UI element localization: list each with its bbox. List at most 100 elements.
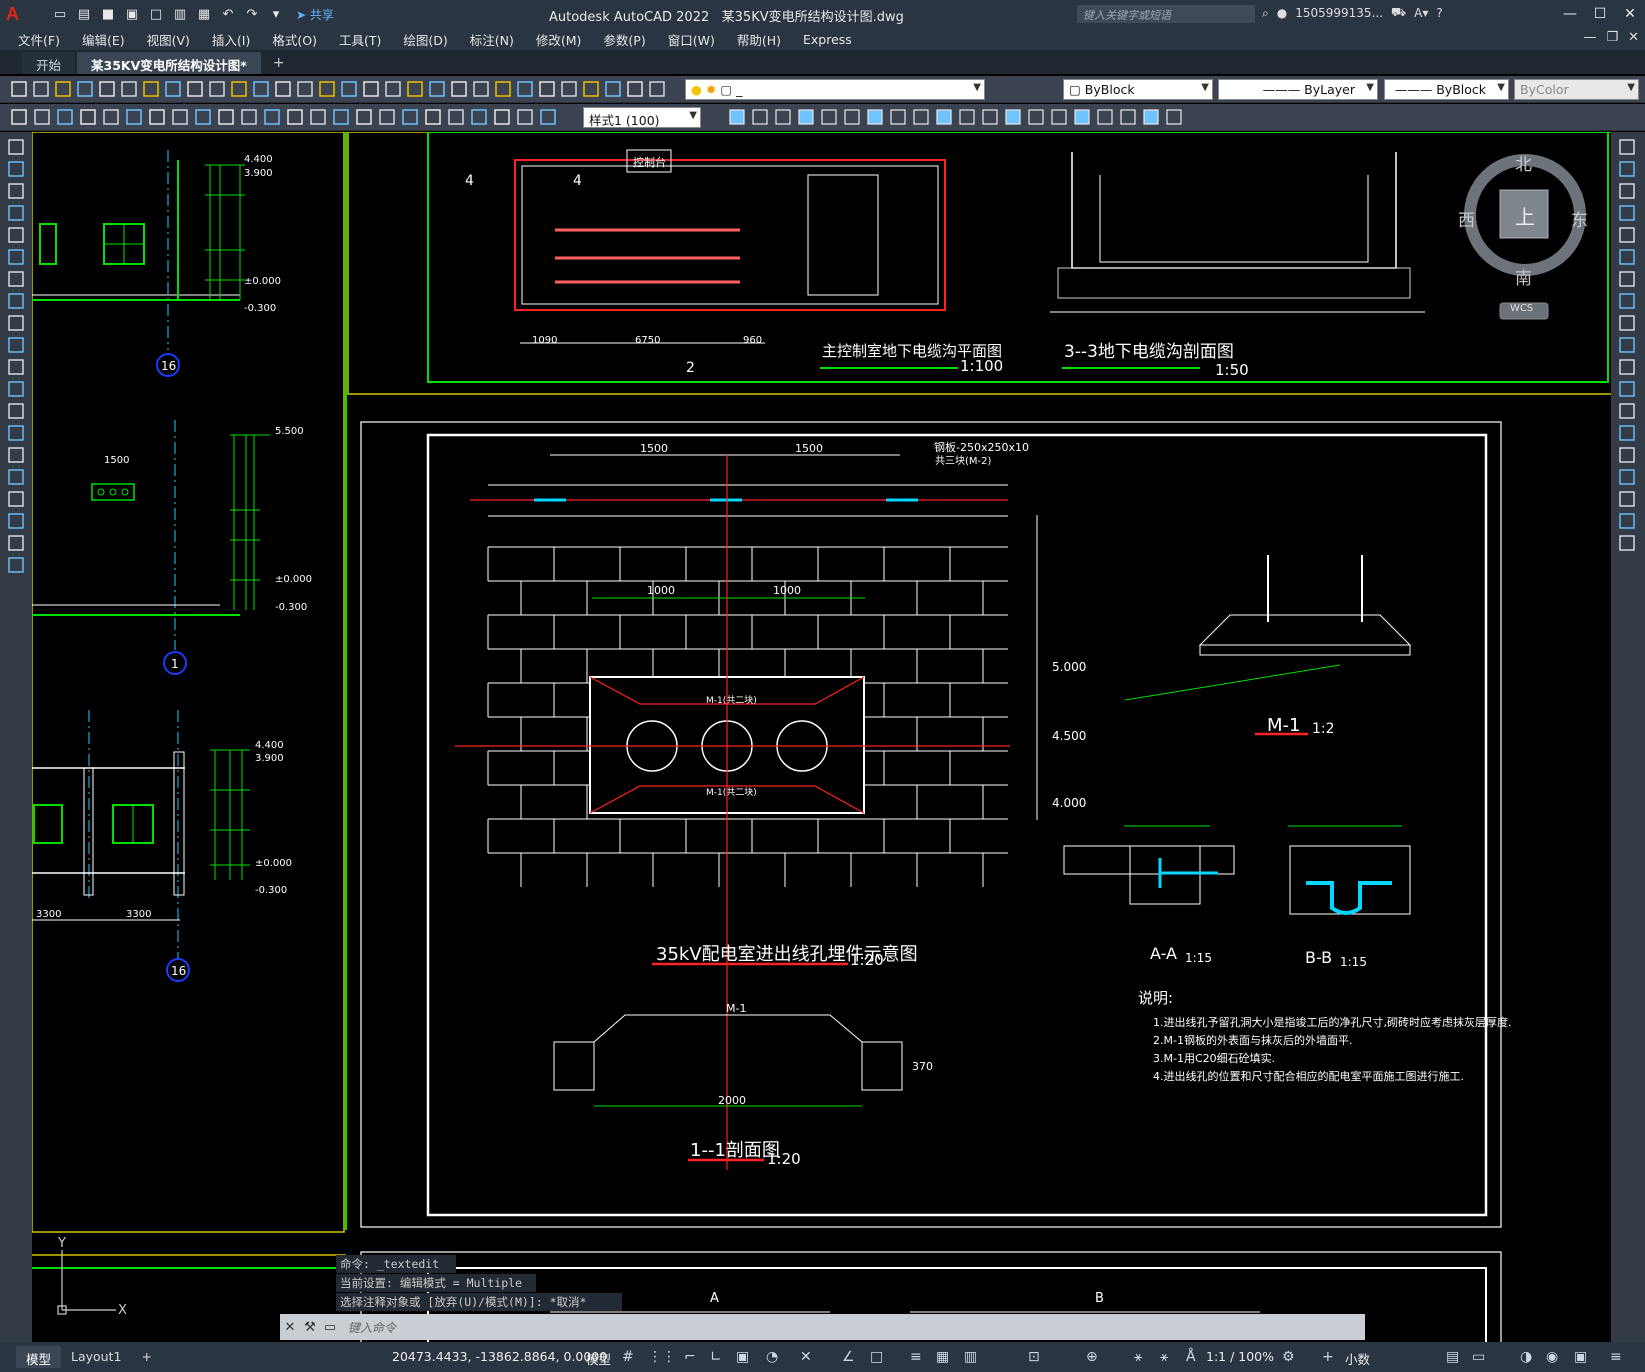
modify-tool-icon[interactable] xyxy=(1619,359,1635,375)
standard-tool-icon[interactable] xyxy=(495,81,511,97)
draw-tool-icon[interactable] xyxy=(8,359,24,375)
tab-start[interactable]: 开始 xyxy=(22,52,76,74)
close-icon[interactable]: ✕ xyxy=(280,1316,300,1338)
standard-tool-icon[interactable] xyxy=(539,81,555,97)
modify-tool-icon[interactable] xyxy=(959,109,975,125)
modify-tool-icon[interactable] xyxy=(752,109,768,125)
draw-tool-icon[interactable] xyxy=(8,293,24,309)
draw-tool-icon[interactable] xyxy=(8,271,24,287)
infer-constraints-icon[interactable]: ⌐ xyxy=(684,1349,696,1365)
standard-tool-icon[interactable] xyxy=(143,81,159,97)
modify-tool-icon[interactable] xyxy=(936,109,952,125)
tab-layout1[interactable]: Layout1 xyxy=(61,1346,131,1368)
modify-tool-icon[interactable] xyxy=(1051,109,1067,125)
dimension-tool-icon[interactable] xyxy=(471,109,487,125)
new-file-icon[interactable]: ▭ xyxy=(50,5,70,23)
modify-tool-icon[interactable] xyxy=(867,109,883,125)
dimension-tool-icon[interactable] xyxy=(57,109,73,125)
menu-item[interactable]: 标注(N) xyxy=(470,30,514,49)
standard-tool-icon[interactable] xyxy=(429,81,445,97)
dimension-tool-icon[interactable] xyxy=(402,109,418,125)
standard-tool-icon[interactable] xyxy=(627,81,643,97)
modify-tool-icon[interactable] xyxy=(775,109,791,125)
dimension-tool-icon[interactable] xyxy=(310,109,326,125)
menu-item[interactable]: 文件(F) xyxy=(18,30,60,49)
autodesk-app-icon[interactable]: A▾ xyxy=(1414,6,1428,20)
annotation-visibility-icon[interactable]: ⚹ xyxy=(1134,1349,1142,1365)
doc-minimize-icon[interactable]: — xyxy=(1583,30,1596,45)
draw-tool-icon[interactable] xyxy=(8,491,24,507)
standard-tool-icon[interactable] xyxy=(165,81,181,97)
dimension-tool-icon[interactable] xyxy=(356,109,372,125)
draw-tool-icon[interactable] xyxy=(8,535,24,551)
menu-item[interactable]: 编辑(E) xyxy=(82,30,125,49)
modify-tool-icon[interactable] xyxy=(1619,183,1635,199)
menu-item[interactable]: 视图(V) xyxy=(147,30,190,49)
clean-screen-icon[interactable]: ▣ xyxy=(1574,1349,1587,1365)
standard-tool-icon[interactable] xyxy=(473,81,489,97)
compass-east[interactable]: 东 xyxy=(1571,206,1588,231)
modify-tool-icon[interactable] xyxy=(913,109,929,125)
modify-tool-icon[interactable] xyxy=(1028,109,1044,125)
standard-tool-icon[interactable] xyxy=(319,81,335,97)
standard-tool-icon[interactable] xyxy=(605,81,621,97)
save-icon[interactable]: ■ xyxy=(98,5,118,23)
viewcube[interactable]: 北 南 东 西 上 WCS xyxy=(1458,140,1590,320)
modify-tool-icon[interactable] xyxy=(844,109,860,125)
modify-tool-icon[interactable] xyxy=(1005,109,1021,125)
dimension-tool-icon[interactable] xyxy=(241,109,257,125)
dimension-tool-icon[interactable] xyxy=(425,109,441,125)
color-dropdown[interactable]: ▢ ByBlock ▼ xyxy=(1063,79,1213,100)
object-snap-tracking-icon[interactable]: ∠ xyxy=(842,1349,855,1365)
standard-tool-icon[interactable] xyxy=(407,81,423,97)
linetype-dropdown[interactable]: ——— ByLayer ▼ xyxy=(1218,79,1378,100)
add-layout-button[interactable]: + xyxy=(131,1346,161,1368)
standard-tool-icon[interactable] xyxy=(187,81,203,97)
menu-item[interactable]: 格式(O) xyxy=(272,30,317,49)
draw-tool-icon[interactable] xyxy=(8,381,24,397)
modify-tool-icon[interactable] xyxy=(1120,109,1136,125)
draw-tool-icon[interactable] xyxy=(8,315,24,331)
modify-tool-icon[interactable] xyxy=(1074,109,1090,125)
standard-tool-icon[interactable] xyxy=(11,81,27,97)
layer-dropdown[interactable]: ● ✹ ▢ _ ▼ xyxy=(685,79,985,100)
standard-tool-icon[interactable] xyxy=(517,81,533,97)
help-icon[interactable]: ? xyxy=(1436,6,1442,20)
modify-tool-icon[interactable] xyxy=(1619,249,1635,265)
gizmo-icon[interactable]: ⊕ xyxy=(1086,1349,1098,1365)
draw-tool-icon[interactable] xyxy=(8,337,24,353)
dimension-tool-icon[interactable] xyxy=(11,109,27,125)
draw-tool-icon[interactable] xyxy=(8,425,24,441)
standard-tool-icon[interactable] xyxy=(583,81,599,97)
isolate-objects-icon[interactable]: ◑ xyxy=(1520,1349,1532,1365)
menu-item[interactable]: 绘图(D) xyxy=(403,30,447,49)
annotation-scale-value[interactable]: 1:1 / 100% xyxy=(1206,1349,1274,1364)
standard-tool-icon[interactable] xyxy=(561,81,577,97)
plotstyle-dropdown[interactable]: ByColor ▼ xyxy=(1514,79,1639,100)
modify-tool-icon[interactable] xyxy=(1166,109,1182,125)
dimension-tool-icon[interactable] xyxy=(494,109,510,125)
command-input[interactable]: 键入命令 xyxy=(348,1319,396,1336)
lineweight-dropdown[interactable]: ——— ByBlock ▼ xyxy=(1384,79,1509,100)
modify-tool-icon[interactable] xyxy=(1619,227,1635,243)
coordinate-readout[interactable]: 20473.4433, -13862.8864, 0.0000 xyxy=(392,1349,607,1364)
draw-tool-icon[interactable] xyxy=(8,205,24,221)
modify-tool-icon[interactable] xyxy=(1619,293,1635,309)
wrench-icon[interactable]: ⚒ xyxy=(300,1316,320,1338)
draw-tool-icon[interactable] xyxy=(8,139,24,155)
open-web-icon[interactable]: □ xyxy=(146,5,166,23)
modify-tool-icon[interactable] xyxy=(1097,109,1113,125)
draw-tool-icon[interactable] xyxy=(8,513,24,529)
search-icon[interactable]: ⌕ xyxy=(1262,6,1269,21)
modify-tool-icon[interactable] xyxy=(1619,447,1635,463)
modify-tool-icon[interactable] xyxy=(982,109,998,125)
modify-tool-icon[interactable] xyxy=(821,109,837,125)
dynamic-input-icon[interactable]: ▣ xyxy=(736,1349,749,1365)
customization-icon[interactable]: ≡ xyxy=(1610,1349,1622,1365)
draw-tool-icon[interactable] xyxy=(8,447,24,463)
menu-item[interactable]: 帮助(H) xyxy=(737,30,781,49)
draw-tool-icon[interactable] xyxy=(8,227,24,243)
modify-tool-icon[interactable] xyxy=(1619,513,1635,529)
ucs-dynamic-icon[interactable]: ⊡ xyxy=(1028,1349,1040,1365)
modify-tool-icon[interactable] xyxy=(1619,139,1635,155)
